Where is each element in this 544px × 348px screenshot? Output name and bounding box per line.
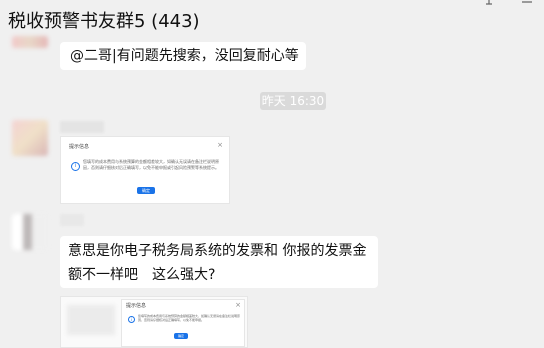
chat-header: 税收预警书友群5 (443) bbox=[0, 0, 544, 36]
sender-name bbox=[60, 214, 84, 226]
confirm-button: 确定 bbox=[174, 333, 188, 339]
message-text: 意思是你电子税务局系统的发票和 你报的发票金额不一样吧 这么强大? bbox=[68, 243, 367, 283]
dialog-title: 提示信息 bbox=[126, 303, 147, 309]
chat-title: 税收预警书友群5 (443) bbox=[8, 11, 200, 32]
info-icon: i bbox=[128, 316, 135, 323]
dialog-card: 提示信息 × i 您填写的成本费用与系统预算的金额相差较大，如确认无误请在备注栏… bbox=[121, 299, 245, 347]
more-icon[interactable] bbox=[520, 0, 534, 10]
message-bubble[interactable]: 意思是你电子税务局系统的发票和 你报的发票金额不一样吧 这么强大? bbox=[60, 236, 378, 288]
dialog-body: 您填写的成本费用与系统预算的金额相差较大，如确认无误请在备注栏说明原因，否则请仔… bbox=[83, 159, 219, 170]
avatar[interactable] bbox=[12, 36, 48, 48]
timestamp: 昨天 16:30 bbox=[260, 92, 326, 110]
message-text: @二哥|有问题先搜索，没回复耐心等 bbox=[70, 48, 299, 64]
close-icon: × bbox=[217, 141, 223, 149]
avatar[interactable] bbox=[12, 214, 48, 250]
sender-name bbox=[60, 121, 104, 133]
dialog-body: 您填写的成本费用与系统预算的金额相差较大，如确认无误请在备注栏说明原因，否则请仔… bbox=[138, 314, 241, 322]
dialog-title: 提示信息 bbox=[69, 144, 90, 150]
image-blur-strip bbox=[67, 305, 115, 335]
image-message[interactable]: 提示信息 × i 您填写的成本费用与系统预算的金额相差较大，如确认无误请在备注栏… bbox=[60, 296, 248, 348]
pin-icon[interactable] bbox=[482, 0, 496, 10]
info-icon: i bbox=[71, 162, 80, 171]
avatar[interactable] bbox=[12, 120, 48, 156]
close-icon: × bbox=[235, 301, 241, 309]
confirm-button: 确定 bbox=[137, 187, 155, 194]
message-bubble[interactable]: @二哥|有问题先搜索，没回复耐心等 bbox=[60, 42, 306, 70]
image-message[interactable]: 提示信息 × i 您填写的成本费用与系统预算的金额相差较大，如确认无误请在备注栏… bbox=[60, 136, 230, 204]
